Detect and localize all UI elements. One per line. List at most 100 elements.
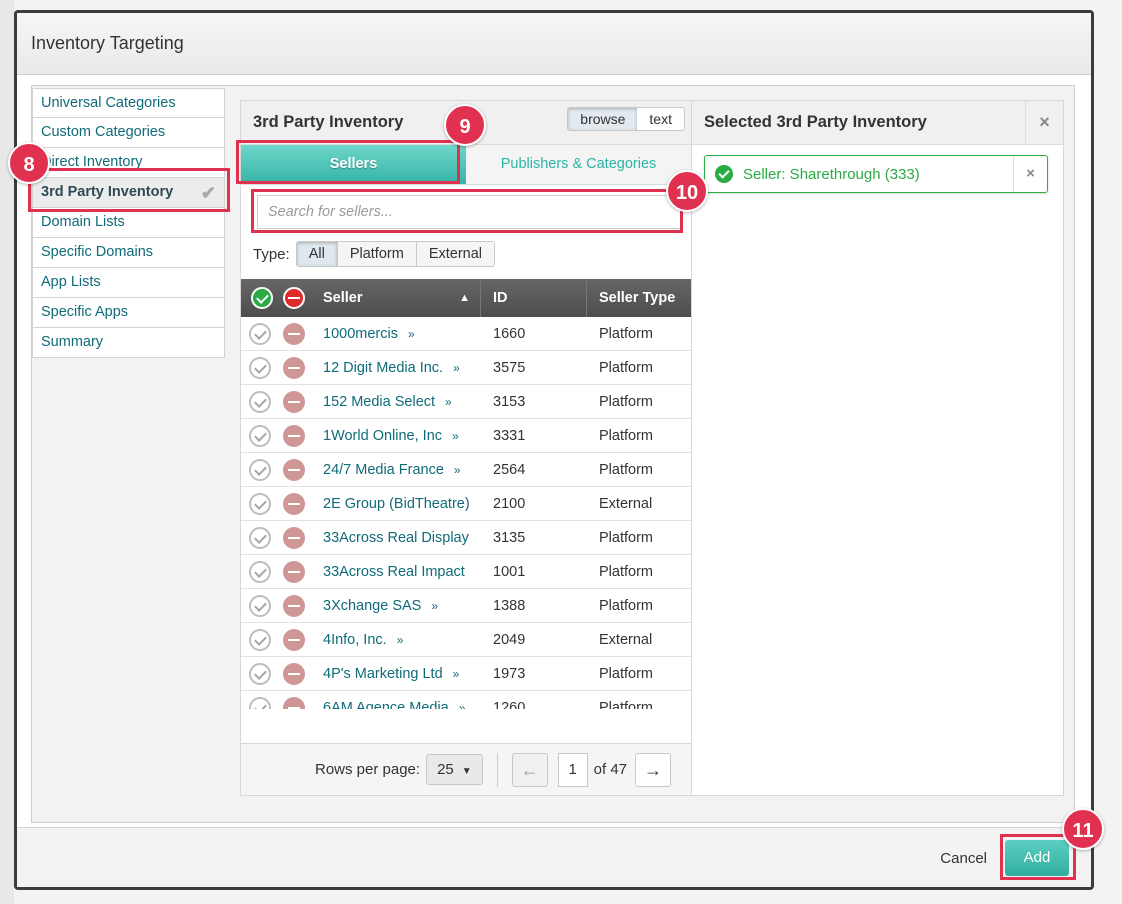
- type-platform-button[interactable]: Platform: [337, 242, 417, 266]
- exclude-icon[interactable]: [283, 322, 305, 345]
- expand-more-icon[interactable]: »: [459, 701, 466, 710]
- browse-toggle-button[interactable]: browse: [568, 108, 638, 130]
- exclude-icon[interactable]: [283, 662, 305, 685]
- exclude-icon[interactable]: [283, 560, 305, 583]
- column-header-id[interactable]: ID: [481, 279, 587, 317]
- expand-more-icon[interactable]: »: [452, 429, 459, 443]
- expand-more-icon[interactable]: »: [453, 667, 460, 681]
- remove-selection-button[interactable]: ×: [1013, 156, 1047, 192]
- seller-link[interactable]: 3Xchange SAS »: [313, 598, 481, 614]
- checkmark-icon: ✔: [200, 183, 216, 203]
- seller-type: Platform: [599, 529, 653, 546]
- targeting-nav: Universal Categories Custom Categories D…: [32, 88, 225, 358]
- tab-sellers[interactable]: Sellers: [241, 145, 466, 184]
- seller-link[interactable]: 6AM Agence Media »: [313, 700, 481, 710]
- seller-search-input[interactable]: [257, 195, 681, 229]
- seller-id: 1973: [493, 665, 526, 682]
- seller-link[interactable]: 4P's Marketing Ltd »: [313, 666, 481, 682]
- next-page-button[interactable]: →: [635, 752, 672, 787]
- exclude-icon[interactable]: [283, 696, 305, 709]
- exclude-icon[interactable]: [283, 356, 305, 379]
- seller-link[interactable]: 2E Group (BidTheatre): [313, 496, 481, 512]
- seller-name: 33Across Real Display: [323, 529, 469, 546]
- nav-item-3rd-party-inventory[interactable]: 3rd Party Inventory ✔: [32, 178, 225, 208]
- seller-link[interactable]: 4Info, Inc. »: [313, 632, 481, 648]
- exclude-icon[interactable]: [283, 390, 305, 413]
- row-actions: [241, 356, 313, 379]
- rows-per-page-select[interactable]: 25 ▼: [426, 754, 483, 785]
- exclude-icon[interactable]: [283, 628, 305, 651]
- nav-item-universal-categories[interactable]: Universal Categories: [32, 88, 225, 118]
- include-icon[interactable]: [249, 628, 271, 651]
- seller-link[interactable]: 1000mercis »: [313, 326, 481, 342]
- expand-more-icon[interactable]: »: [408, 327, 415, 341]
- nav-label: Specific Domains: [41, 244, 154, 260]
- exclude-icon[interactable]: [283, 424, 305, 447]
- row-actions: [241, 696, 313, 709]
- include-icon[interactable]: [249, 560, 271, 583]
- seller-id: 1260: [493, 699, 526, 710]
- include-icon[interactable]: [249, 322, 271, 345]
- nav-item-app-lists[interactable]: App Lists: [32, 268, 225, 298]
- nav-item-direct-inventory[interactable]: Direct Inventory: [32, 148, 225, 178]
- exclude-icon[interactable]: [283, 526, 305, 549]
- exclude-all-icon[interactable]: [283, 287, 305, 309]
- seller-link[interactable]: 33Across Real Display: [313, 530, 481, 546]
- include-icon[interactable]: [249, 696, 271, 709]
- include-all-icon[interactable]: [251, 287, 273, 309]
- include-icon[interactable]: [249, 356, 271, 379]
- include-icon[interactable]: [249, 594, 271, 617]
- include-icon[interactable]: [249, 662, 271, 685]
- page-number-input[interactable]: 1: [557, 752, 588, 787]
- exclude-icon[interactable]: [283, 458, 305, 481]
- seller-link[interactable]: 33Across Real Impact: [313, 564, 481, 580]
- pager-divider: [496, 752, 498, 787]
- seller-name: 1World Online, Inc: [323, 427, 443, 444]
- expand-more-icon[interactable]: »: [453, 361, 460, 375]
- seller-link[interactable]: 152 Media Select »: [313, 394, 481, 410]
- seller-id: 1660: [493, 325, 526, 342]
- expand-more-icon[interactable]: »: [454, 463, 461, 477]
- nav-label: App Lists: [41, 274, 101, 290]
- type-all-button[interactable]: All: [296, 242, 338, 266]
- expand-more-icon[interactable]: »: [445, 395, 452, 409]
- exclude-icon[interactable]: [283, 492, 305, 515]
- include-icon[interactable]: [249, 424, 271, 447]
- seller-name: 24/7 Media France: [323, 461, 444, 478]
- table-row: 24/7 Media France » 2564 Platform: [241, 453, 691, 487]
- seller-id: 3135: [493, 529, 526, 546]
- expand-more-icon[interactable]: »: [431, 599, 438, 613]
- nav-item-specific-domains[interactable]: Specific Domains: [32, 238, 225, 268]
- row-actions: [241, 526, 313, 549]
- selected-item: Seller: Sharethrough (333) ×: [704, 155, 1048, 193]
- nav-item-summary[interactable]: Summary: [32, 328, 225, 358]
- search-wrap: [241, 185, 691, 235]
- column-header-seller-type[interactable]: Seller Type: [587, 290, 691, 306]
- seller-link[interactable]: 12 Digit Media Inc. »: [313, 360, 481, 376]
- dialog-body: Universal Categories Custom Categories D…: [31, 85, 1075, 823]
- expand-more-icon[interactable]: »: [397, 633, 404, 647]
- include-icon[interactable]: [249, 390, 271, 413]
- nav-item-domain-lists[interactable]: Domain Lists: [32, 208, 225, 238]
- column-header-seller[interactable]: Seller ▲: [313, 279, 481, 317]
- seller-name: 2E Group (BidTheatre): [323, 495, 470, 512]
- nav-item-specific-apps[interactable]: Specific Apps: [32, 298, 225, 328]
- text-toggle-button[interactable]: text: [637, 108, 684, 130]
- prev-page-button[interactable]: ←: [511, 752, 548, 787]
- nav-item-custom-categories[interactable]: Custom Categories: [32, 118, 225, 148]
- type-external-button[interactable]: External: [416, 242, 495, 266]
- exclude-icon[interactable]: [283, 594, 305, 617]
- include-icon[interactable]: [249, 458, 271, 481]
- included-check-icon: [715, 165, 733, 183]
- seller-link[interactable]: 24/7 Media France »: [313, 462, 481, 478]
- tab-publishers-categories[interactable]: Publishers & Categories: [466, 145, 691, 184]
- cancel-button[interactable]: Cancel: [940, 850, 987, 867]
- include-icon[interactable]: [249, 492, 271, 515]
- table-row: 2E Group (BidTheatre) 2100 External: [241, 487, 691, 521]
- rows-per-page-value: 25: [437, 761, 454, 778]
- add-button[interactable]: Add: [1005, 840, 1069, 876]
- seller-type: Platform: [599, 665, 653, 682]
- clear-all-button[interactable]: ×: [1025, 101, 1063, 144]
- include-icon[interactable]: [249, 526, 271, 549]
- seller-link[interactable]: 1World Online, Inc »: [313, 428, 481, 444]
